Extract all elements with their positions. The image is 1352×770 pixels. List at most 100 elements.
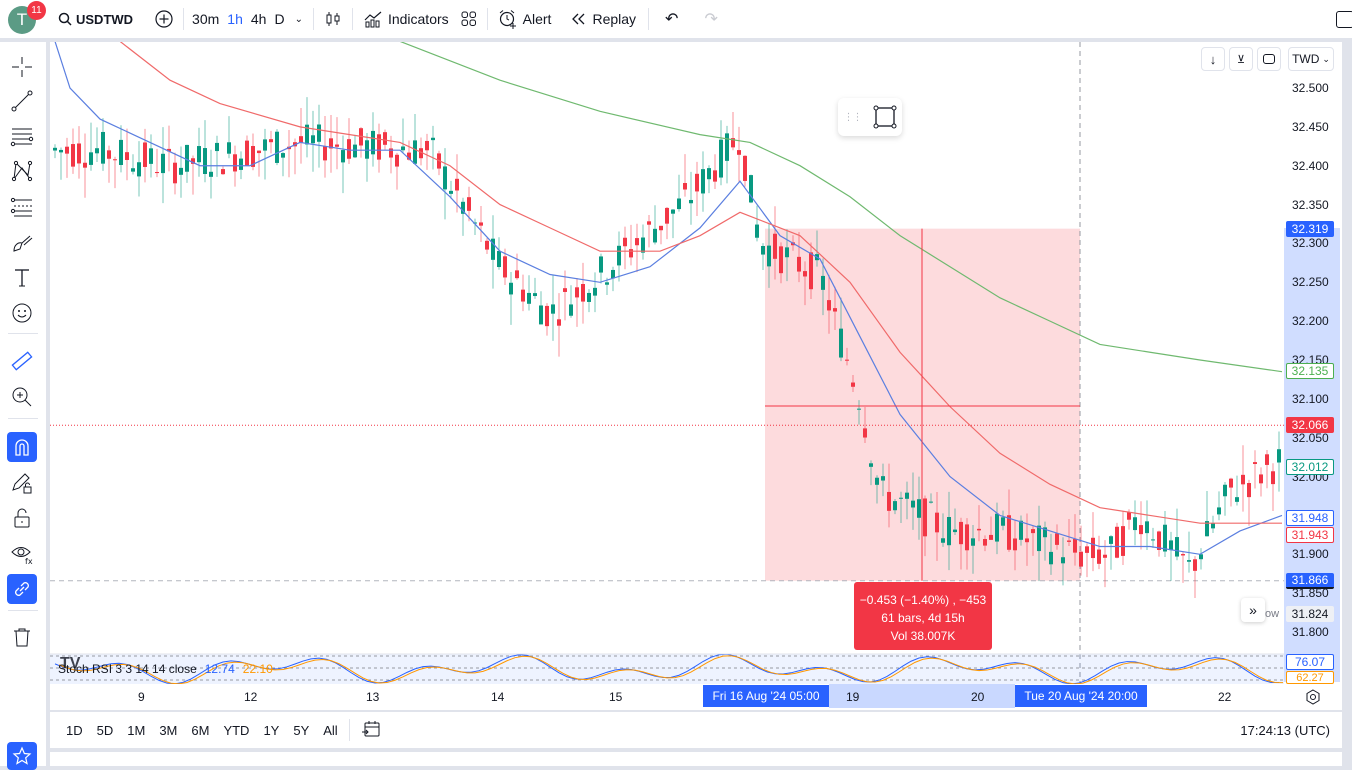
expand-legend-button[interactable]: » bbox=[1241, 598, 1265, 622]
candle-body bbox=[647, 221, 651, 225]
candle-body bbox=[1013, 538, 1017, 551]
candle-body bbox=[1115, 526, 1119, 558]
last-price-tag: 32.012 bbox=[1286, 459, 1334, 475]
ruler-tool[interactable] bbox=[7, 346, 37, 376]
horizontal-lines-tool[interactable] bbox=[7, 121, 37, 151]
range-6M[interactable]: 6M bbox=[184, 723, 216, 738]
candle-body bbox=[467, 197, 471, 211]
range-1D[interactable]: 1D bbox=[59, 723, 90, 738]
emoji-tool[interactable] bbox=[7, 298, 37, 328]
candle-body bbox=[83, 162, 87, 168]
candle-body bbox=[443, 166, 447, 190]
alert-button[interactable]: Alert bbox=[492, 0, 558, 38]
candle-body bbox=[599, 256, 603, 273]
time-label: 15 bbox=[609, 690, 623, 704]
range-5D[interactable]: 5D bbox=[90, 723, 121, 738]
candle-body bbox=[695, 173, 699, 192]
grid-icon bbox=[461, 11, 476, 26]
range-1Y[interactable]: 1Y bbox=[256, 723, 286, 738]
goto-date-button[interactable] bbox=[354, 719, 388, 742]
fib-tool[interactable] bbox=[7, 192, 37, 222]
candle-body bbox=[425, 140, 429, 151]
candle-body bbox=[869, 463, 873, 467]
candle-body bbox=[503, 256, 507, 278]
drag-handle-icon[interactable]: ⋮⋮ bbox=[844, 112, 863, 123]
interval-30m[interactable]: 30m bbox=[188, 0, 223, 38]
interval-4h[interactable]: 4h bbox=[247, 0, 271, 38]
rectangle-icon[interactable] bbox=[873, 105, 897, 129]
svg-text:fx: fx bbox=[25, 557, 33, 565]
indicator-legend[interactable]: Stoch RSI 3 3 14 14 close 12.74 22.10 bbox=[58, 662, 273, 676]
trash-icon bbox=[14, 628, 30, 647]
zoom-in-tool[interactable] bbox=[7, 382, 37, 412]
candle-body bbox=[53, 147, 57, 151]
lock-tool[interactable] bbox=[7, 503, 37, 533]
magnet-icon bbox=[15, 439, 29, 456]
candle-body bbox=[59, 149, 63, 153]
link-tool[interactable] bbox=[7, 574, 37, 604]
candle-body bbox=[1253, 462, 1257, 465]
range-5Y[interactable]: 5Y bbox=[286, 723, 316, 738]
candle-body bbox=[113, 159, 117, 161]
candle-body bbox=[455, 178, 459, 191]
collapse-button[interactable]: ⊻ bbox=[1229, 47, 1253, 71]
candle-body bbox=[773, 233, 777, 259]
candle-body bbox=[1025, 538, 1029, 543]
chart-type-button[interactable] bbox=[318, 0, 348, 38]
candle-body bbox=[1169, 540, 1173, 551]
visibility-tool[interactable]: fx bbox=[7, 538, 37, 568]
undo-button[interactable]: ↶ bbox=[659, 0, 684, 38]
remove-drawings-tool[interactable] bbox=[7, 622, 37, 652]
interval-dropdown[interactable]: ⌄ bbox=[289, 0, 309, 38]
range-1M[interactable]: 1M bbox=[120, 723, 152, 738]
candle-body bbox=[341, 150, 345, 163]
search-icon bbox=[58, 12, 72, 26]
candle-body bbox=[275, 131, 279, 163]
candle-body bbox=[353, 144, 357, 158]
maximize-button[interactable] bbox=[1257, 47, 1281, 71]
trend-line-tool[interactable] bbox=[7, 86, 37, 116]
candle-body bbox=[665, 207, 669, 224]
brush-tool[interactable] bbox=[7, 228, 37, 258]
candle-body bbox=[239, 158, 243, 170]
magnet-tool[interactable] bbox=[7, 432, 37, 462]
replay-button[interactable]: Replay bbox=[565, 0, 642, 38]
redo-icon: ↷ bbox=[704, 11, 718, 28]
candles-icon bbox=[326, 12, 340, 26]
symbol-search-button[interactable]: USDTWD bbox=[52, 0, 139, 38]
candle-body bbox=[107, 150, 111, 159]
interval-1h[interactable]: 1h bbox=[223, 0, 247, 38]
crosshair-tool[interactable] bbox=[7, 52, 37, 82]
chart-settings-button[interactable] bbox=[1284, 684, 1342, 710]
layouts-button[interactable] bbox=[455, 0, 483, 38]
chart-pane[interactable] bbox=[50, 42, 1342, 710]
pattern-tool[interactable] bbox=[7, 156, 37, 186]
candle-body bbox=[755, 224, 759, 238]
candle-body bbox=[701, 169, 705, 194]
divider bbox=[648, 8, 650, 30]
price-chart[interactable] bbox=[50, 42, 1342, 710]
lock-drawings-tool[interactable] bbox=[7, 468, 37, 498]
compare-symbol-button[interactable] bbox=[149, 0, 179, 38]
price-axis-label: 32.350 bbox=[1292, 197, 1329, 212]
pattern-icon bbox=[11, 160, 33, 182]
fullscreen-checkbox[interactable] bbox=[1330, 0, 1352, 38]
candle-body bbox=[1247, 483, 1251, 498]
range-All[interactable]: All bbox=[316, 723, 344, 738]
candle-body bbox=[401, 146, 405, 151]
utc-clock[interactable]: 17:24:13 (UTC) bbox=[1240, 723, 1330, 738]
candle-body bbox=[623, 237, 627, 247]
scroll-to-latest-button[interactable]: ↓ bbox=[1201, 47, 1225, 71]
candle-body bbox=[155, 171, 159, 174]
divider bbox=[8, 333, 38, 334]
candle-body bbox=[683, 183, 687, 190]
range-3M[interactable]: 3M bbox=[152, 723, 184, 738]
range-YTD[interactable]: YTD bbox=[216, 723, 256, 738]
interval-D[interactable]: D bbox=[270, 0, 288, 38]
redo-button[interactable]: ↷ bbox=[698, 0, 723, 38]
indicators-button[interactable]: Indicators bbox=[357, 0, 455, 38]
price-axis-label: 32.400 bbox=[1292, 158, 1329, 173]
candle-body bbox=[785, 247, 789, 258]
text-tool[interactable] bbox=[7, 263, 37, 293]
candle-body bbox=[1073, 538, 1077, 553]
